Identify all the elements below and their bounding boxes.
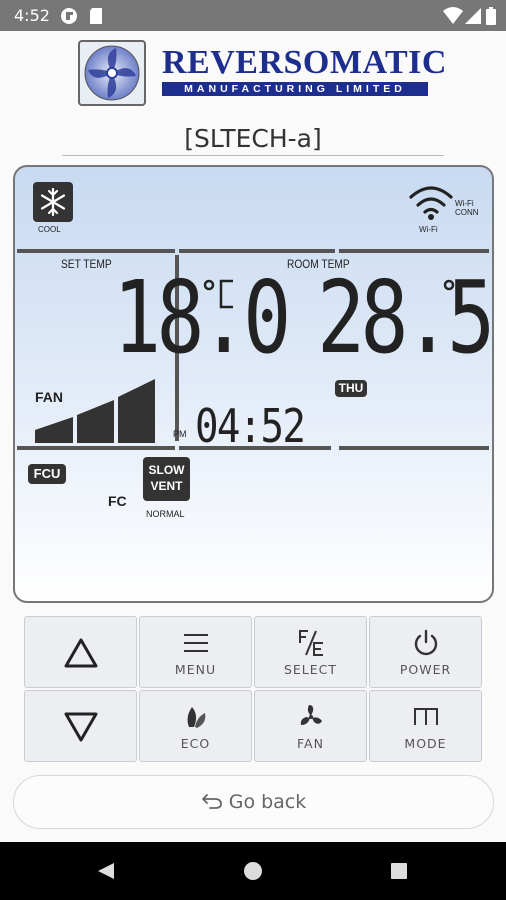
up-button[interactable] — [24, 616, 137, 688]
control-pad: MENU SELECT POWER ECO FAN MODE — [24, 616, 482, 764]
mode-button-label: MODE — [404, 736, 447, 751]
select-button-label: SELECT — [283, 662, 338, 677]
sd-card-icon — [90, 8, 102, 24]
nav-back-icon[interactable] — [96, 861, 116, 881]
slow-vent-line1: SLOW — [148, 463, 185, 477]
mode-icon — [413, 708, 438, 725]
wifi-conn-label: Wi-Fi CONN — [455, 199, 479, 217]
fahrenheit-celsius-icon — [298, 630, 323, 656]
mode-button[interactable]: MODE — [369, 690, 482, 762]
leaf-icon — [187, 707, 205, 728]
menu-button-label: MENU — [174, 662, 217, 677]
fan-icon — [300, 705, 322, 725]
fan-logo-icon — [78, 40, 146, 106]
lcd-divider — [17, 446, 175, 450]
room-temp-value: 28.5 — [317, 259, 492, 376]
up-arrow-icon — [64, 638, 97, 668]
system-nav-bar — [0, 842, 506, 900]
lcd-divider — [179, 249, 335, 253]
menu-button[interactable]: MENU — [139, 616, 252, 688]
down-arrow-icon — [64, 712, 97, 742]
fan-button[interactable]: FAN — [254, 690, 367, 762]
power-button[interactable]: POWER — [369, 616, 482, 688]
eco-button[interactable]: ECO — [139, 690, 252, 762]
down-button[interactable] — [24, 690, 137, 762]
clock-time: 04:52 — [195, 399, 306, 453]
cell-signal-icon — [465, 8, 481, 24]
device-name: [SLTECH-a] — [184, 124, 322, 153]
clock-ampm: PM — [173, 429, 187, 439]
thermostat-lcd-panel: COOL Wi-Fi Wi-Fi CONN SET TEMP ROOM TEMP… — [13, 165, 494, 603]
back-arrow-icon — [201, 794, 222, 809]
fan-label: FAN — [35, 389, 63, 405]
wifi-label: Wi-Fi — [419, 225, 438, 234]
fcu-badge: FCU — [28, 464, 66, 484]
power-button-label: POWER — [399, 662, 452, 677]
battery-icon — [486, 7, 496, 25]
divider — [62, 155, 444, 156]
wifi-conn-line1: Wi-Fi — [455, 199, 474, 208]
wifi-conn-line2: CONN — [455, 208, 479, 217]
status-bar: 4:52 — [0, 0, 506, 31]
brand-logo: REVERSOMATIC MANUFACTURING LIMITED — [78, 40, 446, 108]
eco-button-label: ECO — [180, 736, 211, 751]
slow-vent-badge: SLOW VENT — [143, 457, 190, 501]
nav-recents-icon[interactable] — [390, 862, 408, 880]
nav-home-icon[interactable] — [243, 861, 263, 881]
select-button[interactable]: SELECT — [254, 616, 367, 688]
lcd-divider — [339, 249, 489, 253]
set-temp-label: SET TEMP — [61, 257, 112, 271]
fan-button-label: FAN — [297, 736, 324, 751]
brand-subtitle: MANUFACTURING LIMITED — [162, 82, 428, 96]
slow-vent-line2: VENT — [150, 479, 183, 493]
wifi-icon — [409, 186, 453, 214]
cool-label: COOL — [38, 225, 61, 234]
go-back-button[interactable]: Go back — [13, 775, 494, 829]
lcd-divider — [17, 249, 175, 253]
fc-label: FC — [108, 493, 127, 509]
set-temp-value: 18.0 — [113, 259, 291, 376]
day-badge: THU — [335, 380, 367, 397]
lcd-divider — [339, 446, 489, 450]
wifi-signal-icon — [443, 7, 463, 24]
status-time: 4:52 — [14, 6, 50, 25]
go-back-label: Go back — [228, 791, 307, 813]
normal-label: NORMAL — [146, 509, 185, 519]
menu-icon — [183, 634, 208, 652]
notification-icon — [61, 8, 77, 24]
power-icon — [414, 629, 437, 656]
brand-title: REVERSOMATIC — [162, 44, 447, 81]
